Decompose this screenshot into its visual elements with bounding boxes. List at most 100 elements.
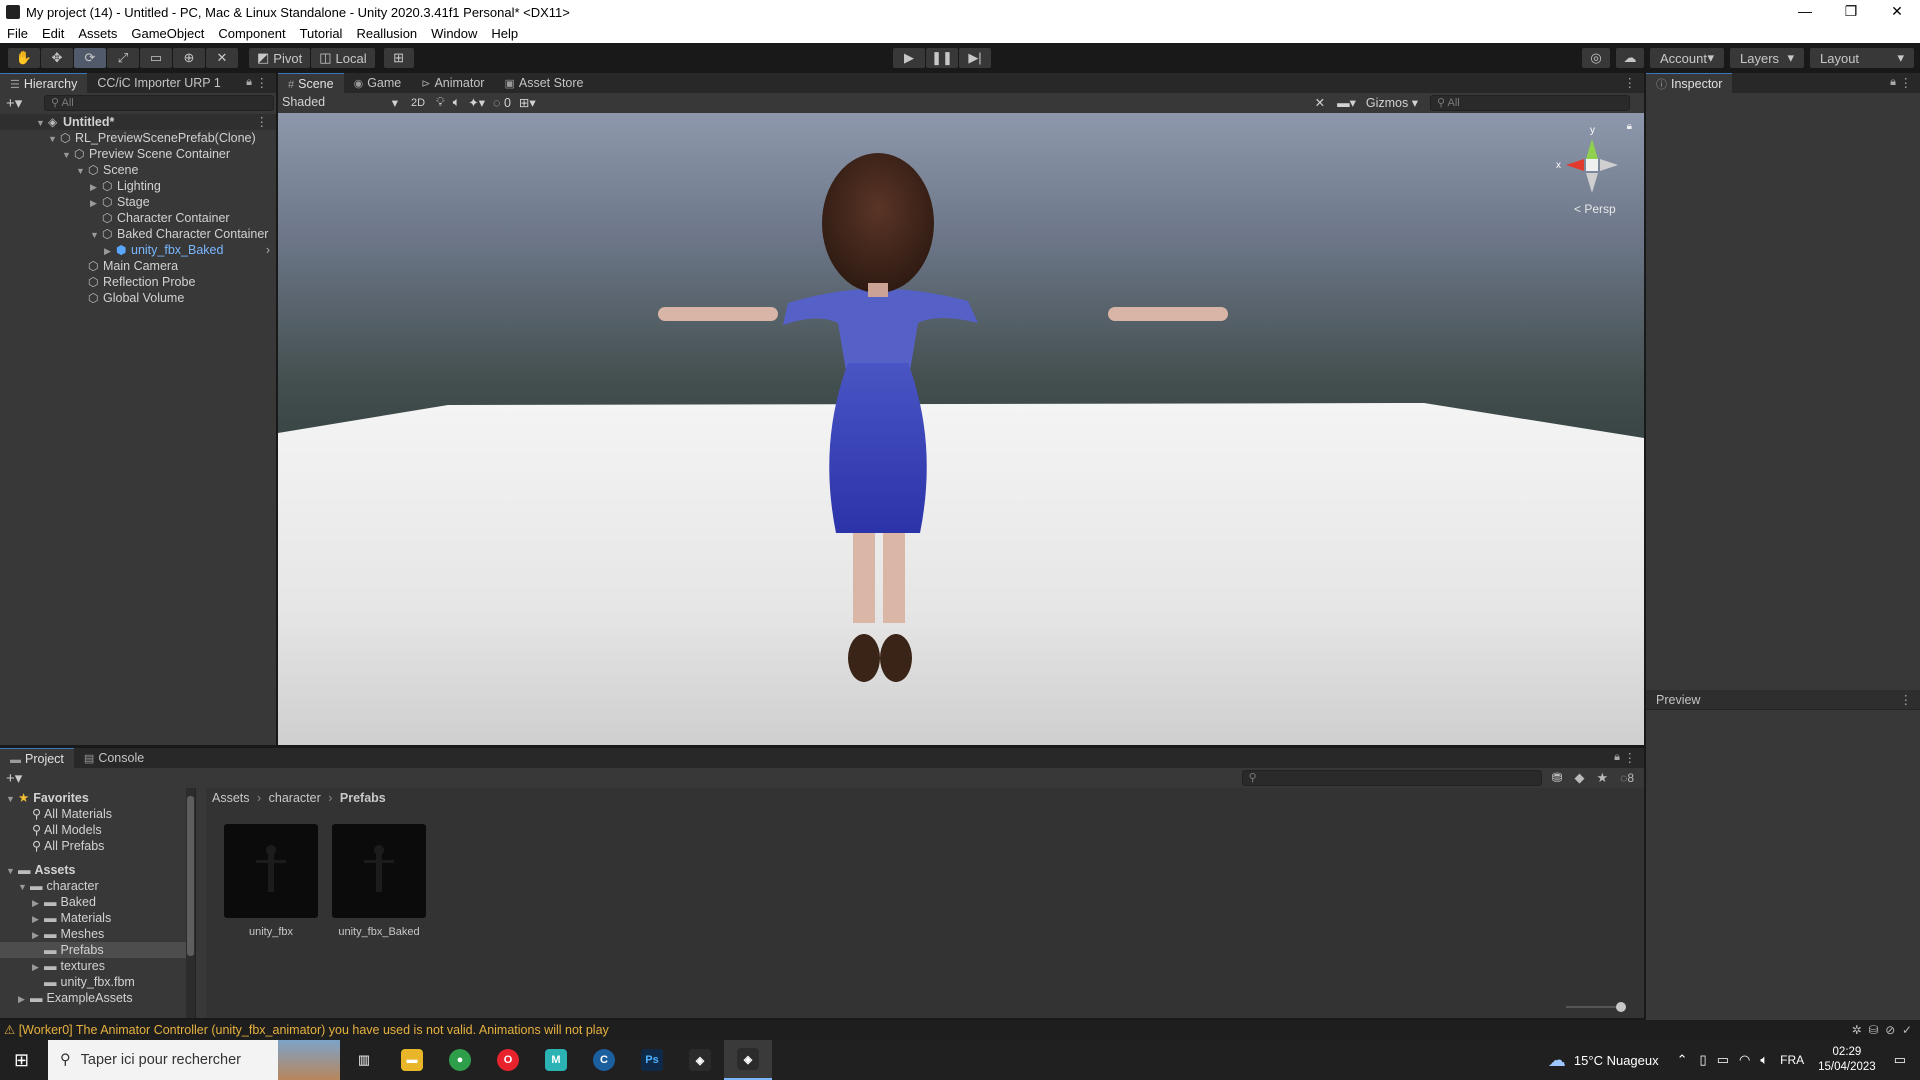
tree-item-reflection-probe[interactable]: ⬡ Reflection Probe — [0, 274, 276, 290]
lock-icon[interactable]: 🔒︎ — [246, 76, 252, 89]
clock[interactable]: 02:29 15/04/2023 — [1818, 1045, 1876, 1075]
gizmo-lock-icon[interactable]: 🔒︎ — [1627, 121, 1632, 132]
expand-arrow-icon[interactable]: ▼ — [6, 863, 18, 879]
project-search-input[interactable]: ⚲ — [1241, 770, 1542, 786]
account-dropdown[interactable]: Account ▾ — [1650, 48, 1724, 68]
expand-arrow-icon[interactable]: ▼ — [76, 163, 88, 179]
hand-tool-icon[interactable]: ✋ — [8, 48, 40, 68]
pause-icon[interactable]: ❚❚ — [926, 48, 958, 68]
more-options-icon[interactable]: ⋮ — [1900, 75, 1913, 90]
menu-assets[interactable]: Assets — [71, 26, 124, 41]
filter-type-icon[interactable]: ⛃ — [1552, 770, 1563, 786]
tab-preview[interactable]: Preview — [1646, 690, 1710, 709]
chevron-right-icon[interactable]: › — [266, 242, 270, 258]
cloud-icon[interactable]: ☁ — [1616, 48, 1644, 68]
menu-window[interactable]: Window — [424, 26, 484, 41]
tab-asset-store[interactable]: ▣ Asset Store — [494, 73, 593, 93]
cache-icon[interactable]: ⛁ — [1868, 1023, 1878, 1037]
folder-prefabs[interactable]: ▬ Prefabs — [0, 942, 195, 958]
menu-reallusion[interactable]: Reallusion — [349, 26, 424, 41]
menu-component[interactable]: Component — [211, 26, 292, 41]
play-icon[interactable]: ▶ — [893, 48, 925, 68]
notifications-icon[interactable]: ▭ — [1894, 1052, 1906, 1068]
windows-start-icon[interactable]: ⊞ — [14, 1050, 29, 1071]
tab-inspector[interactable]: ⓘ Inspector — [1646, 73, 1733, 93]
tree-item-global-volume[interactable]: ⬡ Global Volume — [0, 290, 276, 306]
layers-dropdown[interactable]: Layers ▾ — [1730, 48, 1804, 68]
collapse-arrow-icon[interactable]: ▶ — [32, 927, 44, 943]
tree-item-character-container[interactable]: ⬡ Character Container — [0, 210, 276, 226]
task-view-icon[interactable]: ▥ — [340, 1040, 388, 1080]
layout-dropdown[interactable]: Layout ▾ — [1810, 48, 1914, 68]
folder-baked[interactable]: ▶ ▬ Baked — [0, 894, 195, 910]
asset-tile[interactable]: unity_fbx — [224, 824, 318, 938]
more-options-icon[interactable]: ⋮ — [1624, 75, 1637, 90]
lighting-toggle-icon[interactable]: 💡︎ — [436, 95, 445, 110]
tools-icon[interactable]: ✕ — [1315, 95, 1325, 110]
expand-arrow-icon[interactable]: ▼ — [36, 115, 48, 131]
collab-icon[interactable]: ◎ — [1582, 48, 1610, 68]
close-button[interactable]: ✕ — [1874, 0, 1920, 24]
assets-header[interactable]: ▼ ▬ Assets — [0, 862, 195, 878]
clipboard-icon[interactable]: ▯ — [1700, 1052, 1707, 1068]
breadcrumb-prefabs[interactable]: Prefabs — [340, 791, 386, 805]
tree-item-stage[interactable]: ▶ ⬡ Stage — [0, 194, 276, 210]
folder-tree-scrollbar[interactable] — [186, 788, 195, 1018]
chrome-icon[interactable]: ● — [436, 1040, 484, 1080]
audio-toggle-icon[interactable]: 🔈︎ — [453, 95, 461, 110]
tree-item-unity-fbx-baked[interactable]: ▶ ⬢ unity_fbx_Baked › — [0, 242, 276, 258]
more-options-icon[interactable]: ⋮ — [1900, 692, 1913, 707]
unity-hub-icon[interactable]: ◈ — [676, 1040, 724, 1080]
favorite-all-prefabs[interactable]: ⚲ All Prefabs — [0, 838, 195, 854]
collapse-arrow-icon[interactable]: ▶ — [32, 895, 44, 911]
collapse-arrow-icon[interactable]: ▶ — [90, 179, 102, 195]
minimize-button[interactable]: — — [1782, 0, 1828, 24]
asset-tile[interactable]: unity_fbx_Baked — [332, 824, 426, 938]
slider-handle[interactable] — [1616, 1002, 1626, 1012]
taskbar-search-input[interactable]: ⚲ Taper ici pour rechercher — [48, 1040, 340, 1080]
tree-item-lighting[interactable]: ▶ ⬡ Lighting — [0, 178, 276, 194]
opera-icon[interactable]: O — [484, 1040, 532, 1080]
photoshop-icon[interactable]: Ps — [628, 1040, 676, 1080]
menu-file[interactable]: File — [0, 26, 35, 41]
wifi-icon[interactable]: ◠ — [1739, 1052, 1750, 1068]
collapse-arrow-icon[interactable]: ▶ — [32, 911, 44, 927]
tab-hierarchy[interactable]: ☰ Hierarchy — [0, 73, 88, 93]
rect-tool-icon[interactable]: ▭ — [140, 48, 172, 68]
collapse-arrow-icon[interactable]: ▶ — [32, 959, 44, 975]
expand-arrow-icon[interactable]: ▼ — [48, 131, 60, 147]
tab-cc-importer[interactable]: CC/iC Importer URP 1 — [87, 73, 230, 93]
tab-game[interactable]: ◉ Game — [344, 73, 412, 93]
language-label[interactable]: FRA — [1780, 1053, 1804, 1067]
collapse-arrow-icon[interactable]: ▶ — [18, 991, 30, 1007]
collapse-arrow-icon[interactable]: ▶ — [104, 243, 116, 259]
file-explorer-icon[interactable]: ▬ — [388, 1040, 436, 1080]
breadcrumb-assets[interactable]: Assets — [212, 791, 250, 805]
effects-toggle-icon[interactable]: ✦▾ — [468, 95, 485, 110]
tree-item-scene-untitled[interactable]: ▼ ◈ Untitled* ⋮ — [0, 114, 276, 130]
auto-generate-icon[interactable]: ⊘ — [1885, 1023, 1895, 1037]
tab-scene[interactable]: # Scene — [278, 73, 344, 93]
tree-item-main-camera[interactable]: ⬡ Main Camera — [0, 258, 276, 274]
draw-mode-dropdown[interactable]: Shaded ▾ — [278, 95, 398, 110]
tree-item-scene[interactable]: ▼ ⬡ Scene — [0, 162, 276, 178]
favorite-all-materials[interactable]: ⚲ All Materials — [0, 806, 195, 822]
maximize-button[interactable]: ❐ — [1828, 0, 1874, 24]
status-bar[interactable]: ⚠ [Worker0] The Animator Controller (uni… — [0, 1020, 1920, 1040]
cloud-weather-icon[interactable]: ☁ — [1548, 1050, 1566, 1071]
persp-label[interactable]: < Persp — [1574, 202, 1616, 216]
menu-help[interactable]: Help — [484, 26, 525, 41]
folder-meshes[interactable]: ▶ ▬ Meshes — [0, 926, 195, 942]
unity-editor-icon[interactable]: ◈ — [724, 1040, 772, 1080]
scene-viewport[interactable]: y x < Persp 🔒︎ — [278, 113, 1644, 745]
expand-arrow-icon[interactable]: ▼ — [6, 791, 18, 807]
weather-label[interactable]: 15°C Nuageux — [1574, 1053, 1659, 1068]
menu-edit[interactable]: Edit — [35, 26, 71, 41]
check-icon[interactable]: ✓ — [1902, 1023, 1912, 1037]
create-asset-icon[interactable]: +▾ — [0, 769, 22, 787]
folder-materials[interactable]: ▶ ▬ Materials — [0, 910, 195, 926]
collapse-arrow-icon[interactable]: ▶ — [90, 195, 102, 211]
tree-item-rl-preview-prefab[interactable]: ▼ ⬡ RL_PreviewScenePrefab(Clone) — [0, 130, 276, 146]
tab-animator[interactable]: ⊳ Animator — [411, 73, 494, 93]
favorites-header[interactable]: ▼ ★ Favorites — [0, 790, 195, 806]
